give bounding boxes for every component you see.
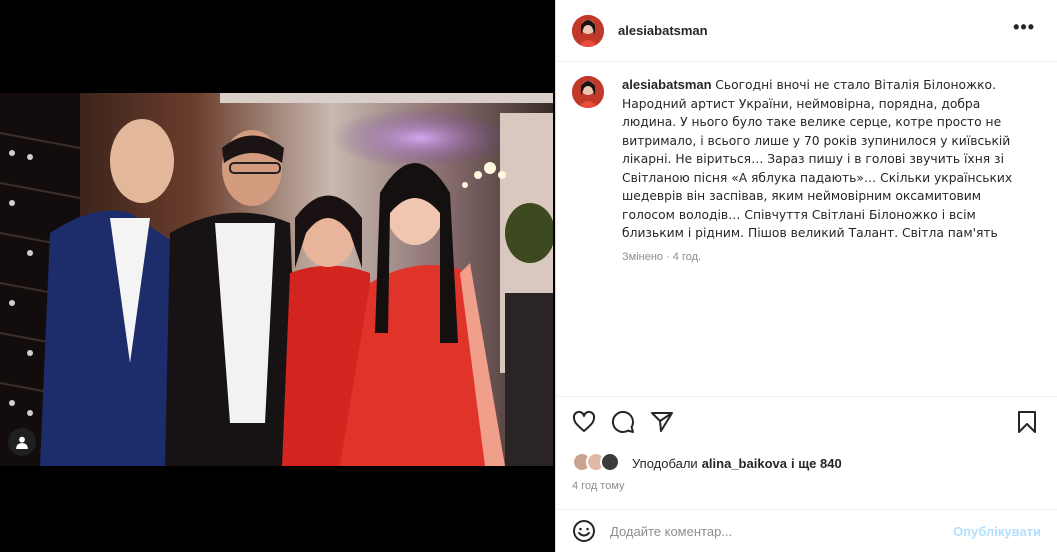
caption-avatar[interactable] [572,76,604,108]
post-media [0,0,555,552]
tagged-users-button[interactable] [8,428,36,456]
avatar-image [572,76,604,108]
author-username[interactable]: alesiabatsman [618,23,708,38]
user-tag-icon [16,436,28,449]
save-button[interactable] [1015,410,1041,436]
likes-count[interactable]: і ще 840 [791,456,842,471]
caption-text: Сьогодні вночі не стало Віталія Білоножк… [622,78,1013,240]
heart-icon [572,410,596,432]
author-avatar[interactable] [572,14,604,47]
paper-plane-icon [651,412,673,432]
comment-button[interactable] [611,410,637,436]
more-dots-icon: ••• [1013,17,1035,37]
liker-avatars[interactable] [572,452,630,474]
smiley-icon[interactable] [572,519,596,543]
publish-button[interactable]: Опублікувати [953,524,1041,539]
likes-prefix: Уподобали [632,455,698,471]
post-photo[interactable] [0,93,553,466]
instagram-post: alesiabatsman ••• alesiabatsman Сьогодні… [0,0,1057,552]
caption-edited-time: Змінено · 4 год. [622,250,702,263]
comment-bar: Опублікувати [556,509,1057,552]
caption-username[interactable]: alesiabatsman [622,77,712,92]
likes-user-link[interactable]: alina_baikova [702,456,787,471]
post-side-panel: alesiabatsman ••• alesiabatsman Сьогодні… [555,0,1057,552]
share-button[interactable] [650,410,676,436]
post-caption: alesiabatsman Сьогодні вночі не стало Ві… [572,76,1042,266]
likes-summary: Уподобали alina_baikova і ще 840 [572,452,842,474]
caption-body: alesiabatsman Сьогодні вночі не стало Ві… [622,76,1022,266]
bookmark-icon [1018,411,1036,433]
comment-input[interactable] [610,523,954,539]
liker-avatar [600,452,620,472]
post-header: alesiabatsman [556,0,1057,62]
like-button[interactable] [572,410,598,436]
avatar-image [572,14,604,47]
post-timestamp[interactable]: 4 год тому [572,480,625,492]
photo-illustration [0,93,553,466]
comment-icon [611,410,634,433]
more-options-button[interactable]: ••• [1013,17,1035,38]
action-bar [572,410,1041,436]
divider [556,396,1057,397]
